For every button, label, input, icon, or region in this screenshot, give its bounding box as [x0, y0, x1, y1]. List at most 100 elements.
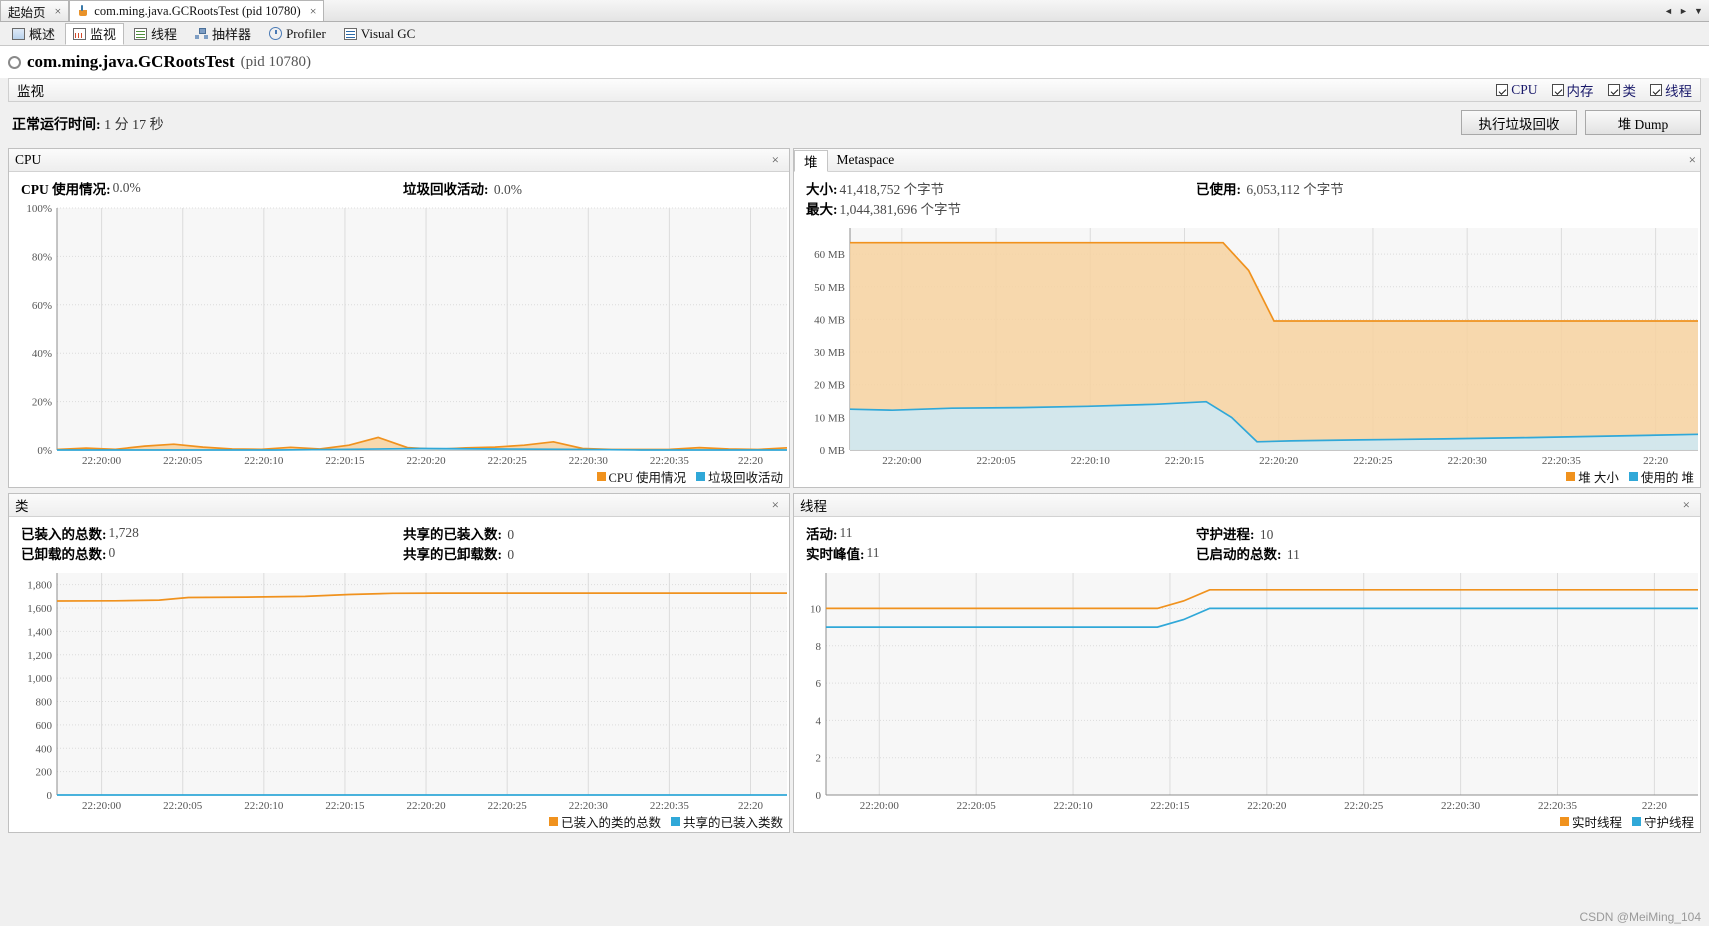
- checkbox-icon[interactable]: [1607, 84, 1620, 96]
- svg-text:22:20:05: 22:20:05: [957, 800, 997, 812]
- heap-dump-button[interactable]: 堆 Dump: [1585, 110, 1701, 135]
- tab-sampler[interactable]: 抽样器: [187, 23, 259, 45]
- tab-label: Profiler: [286, 25, 326, 41]
- legend-label: 堆 大小: [1578, 471, 1619, 485]
- window-tabstrip: 起始页 × com.ming.java.GCRootsTest (pid 107…: [0, 0, 1709, 22]
- panel-tab-heap[interactable]: 堆: [794, 149, 828, 172]
- svg-text:800: 800: [36, 697, 53, 709]
- svg-text:2: 2: [816, 753, 822, 765]
- panel-threads-header: 线程 ×: [794, 494, 1700, 517]
- visualgc-icon: [343, 27, 357, 40]
- checkbox-label: CPU: [1511, 82, 1538, 97]
- close-icon[interactable]: ×: [51, 4, 62, 19]
- checkbox-classes[interactable]: 类: [1607, 80, 1636, 100]
- svg-text:22:20:30: 22:20:30: [569, 800, 609, 812]
- svg-text:22:20:10: 22:20:10: [244, 455, 284, 467]
- uptime-row: 正常运行时间: 1 分 17 秒 执行垃圾回收 堆 Dump: [0, 106, 1709, 142]
- profiler-icon: [269, 27, 283, 40]
- close-icon[interactable]: ×: [768, 152, 783, 168]
- checkbox-icon[interactable]: [1496, 84, 1509, 96]
- svg-text:1,200: 1,200: [27, 650, 52, 662]
- classes-chart[interactable]: 0 200 400 600 800 1,000 1,200 1,400 1,600 1,800 22…: [9, 567, 789, 833]
- svg-text:10 MB: 10 MB: [814, 412, 845, 424]
- legend-label: CPU 使用情况: [608, 471, 686, 485]
- stat-value: 0.0%: [493, 182, 522, 197]
- close-icon[interactable]: ×: [768, 497, 783, 513]
- svg-text:60 MB: 60 MB: [814, 249, 845, 261]
- svg-text:22:20:35: 22:20:35: [1538, 800, 1578, 812]
- window-tab-start-page[interactable]: 起始页 ×: [0, 0, 70, 21]
- cpu-stats: CPU 使用情况: 0.0% 垃圾回收活动: 0.0%: [21, 178, 779, 198]
- tab-profiler[interactable]: Profiler: [261, 23, 334, 45]
- legend-item-total-loaded[interactable]: 已装入的类的总数: [548, 812, 661, 831]
- tab-overview[interactable]: 概述: [4, 23, 63, 45]
- legend-item-daemon-threads[interactable]: 守护线程: [1631, 812, 1694, 831]
- checkbox-icon[interactable]: [1551, 84, 1564, 96]
- stat-value: 0: [108, 545, 116, 560]
- svg-text:40 MB: 40 MB: [814, 314, 845, 326]
- svg-text:22:20: 22:20: [738, 455, 764, 467]
- heap-chart-legend: 堆 大小 使用的 堆: [1566, 467, 1694, 486]
- svg-text:20 MB: 20 MB: [814, 380, 845, 392]
- scroll-left-icon[interactable]: ◄: [1662, 4, 1675, 19]
- scroll-right-icon[interactable]: ►: [1677, 4, 1690, 19]
- cpu-chart-svg[interactable]: 0% 20% 40% 60% 80% 100% 22:20:00 22:20:05 22:20:…: [9, 202, 789, 488]
- svg-text:0: 0: [47, 790, 53, 802]
- checkbox-label: 线程: [1665, 84, 1692, 99]
- svg-text:40%: 40%: [32, 348, 52, 360]
- svg-text:22:20:00: 22:20:00: [860, 800, 900, 812]
- threads-chart[interactable]: 0 2 4 6 8 10 22:20:00 22:20:05 22:20:10 22:20:15 2…: [794, 567, 1700, 833]
- panel-cpu-header: CPU ×: [9, 149, 789, 172]
- classes-unloaded-stat: 已卸载的总数: 0 共享的已卸载数: 0: [21, 543, 779, 563]
- panel-tab-metaspace[interactable]: Metaspace: [828, 149, 904, 171]
- close-icon[interactable]: ×: [1679, 497, 1694, 513]
- svg-text:22:20:25: 22:20:25: [1344, 800, 1384, 812]
- legend-item-shared-loaded[interactable]: 共享的已装入类数: [670, 812, 783, 831]
- legend-swatch: [670, 817, 680, 826]
- perform-gc-button[interactable]: 执行垃圾回收: [1461, 110, 1577, 135]
- svg-text:200: 200: [36, 767, 53, 779]
- uptime-label: 正常运行时间:: [12, 118, 101, 133]
- svg-text:22:20: 22:20: [1643, 455, 1669, 467]
- svg-text:22:20:35: 22:20:35: [650, 800, 690, 812]
- window-tab-gcrootstest[interactable]: com.ming.java.GCRootsTest (pid 10780) ×: [69, 0, 325, 21]
- threads-chart-svg[interactable]: 0 2 4 6 8 10 22:20:00 22:20:05 22:20:10 22:20:15 2…: [794, 567, 1700, 833]
- close-icon[interactable]: ×: [1685, 152, 1700, 168]
- legend-label: 共享的已装入类数: [682, 816, 783, 830]
- gc-activity-stat: 垃圾回收活动: 0.0%: [403, 178, 522, 198]
- cpu-chart[interactable]: 0% 20% 40% 60% 80% 100% 22:20:00 22:20:05 22:20:…: [9, 202, 789, 488]
- tab-monitor[interactable]: 监视: [65, 22, 125, 45]
- process-header: com.ming.java.GCRootsTest (pid 10780): [0, 46, 1709, 78]
- visualvm-window: 起始页 × com.ming.java.GCRootsTest (pid 107…: [0, 0, 1709, 926]
- close-icon[interactable]: ×: [306, 4, 317, 19]
- heap-chart-svg[interactable]: 0 MB 10 MB 20 MB 30 MB 40 MB 50 MB 60 MB 22:20:…: [794, 222, 1700, 488]
- checkbox-threads[interactable]: 线程: [1650, 80, 1692, 100]
- checkbox-icon[interactable]: [1650, 84, 1662, 96]
- svg-text:22:20:25: 22:20:25: [488, 455, 528, 467]
- panel-classes-body: 已装入的总数: 1,728 共享的已装入数: 0 已卸载的总数: 0 共享的已卸…: [9, 517, 789, 832]
- process-status-icon: [8, 55, 21, 69]
- chevron-down-icon[interactable]: ▼: [1692, 4, 1705, 19]
- legend-item-heap-used[interactable]: 使用的 堆: [1628, 467, 1694, 486]
- stat-label: 共享的已卸载数:: [403, 547, 502, 562]
- svg-text:100%: 100%: [26, 203, 52, 215]
- checkbox-memory[interactable]: 内存: [1551, 80, 1594, 100]
- classes-shared-loaded-stat: 共享的已装入数: 0: [403, 523, 514, 543]
- heap-chart[interactable]: 0 MB 10 MB 20 MB 30 MB 40 MB 50 MB 60 MB 22:20:…: [794, 222, 1700, 488]
- legend-swatch: [695, 472, 705, 481]
- legend-item-live-threads[interactable]: 实时线程: [1559, 812, 1622, 831]
- svg-text:22:20:20: 22:20:20: [1247, 800, 1287, 812]
- tab-threads[interactable]: 线程: [126, 23, 185, 45]
- cpu-usage-stat: CPU 使用情况: 0.0% 垃圾回收活动: 0.0%: [21, 178, 779, 198]
- svg-text:50 MB: 50 MB: [814, 282, 845, 294]
- legend-item-heap-size[interactable]: 堆 大小: [1566, 467, 1619, 486]
- threads-live-stat: 活动: 11 守护进程: 10: [806, 523, 1690, 543]
- checkbox-cpu[interactable]: CPU: [1496, 82, 1538, 98]
- tab-visual-gc[interactable]: Visual GC: [336, 23, 423, 45]
- classes-chart-svg[interactable]: 0 200 400 600 800 1,000 1,200 1,400 1,600 1,800 22…: [9, 567, 789, 833]
- legend-item-gc-activity[interactable]: 垃圾回收活动: [695, 467, 783, 486]
- svg-text:22:20:30: 22:20:30: [569, 455, 609, 467]
- svg-text:0: 0: [816, 790, 822, 802]
- legend-item-cpu-usage[interactable]: CPU 使用情况: [596, 467, 686, 486]
- stat-value: 10: [1259, 527, 1274, 542]
